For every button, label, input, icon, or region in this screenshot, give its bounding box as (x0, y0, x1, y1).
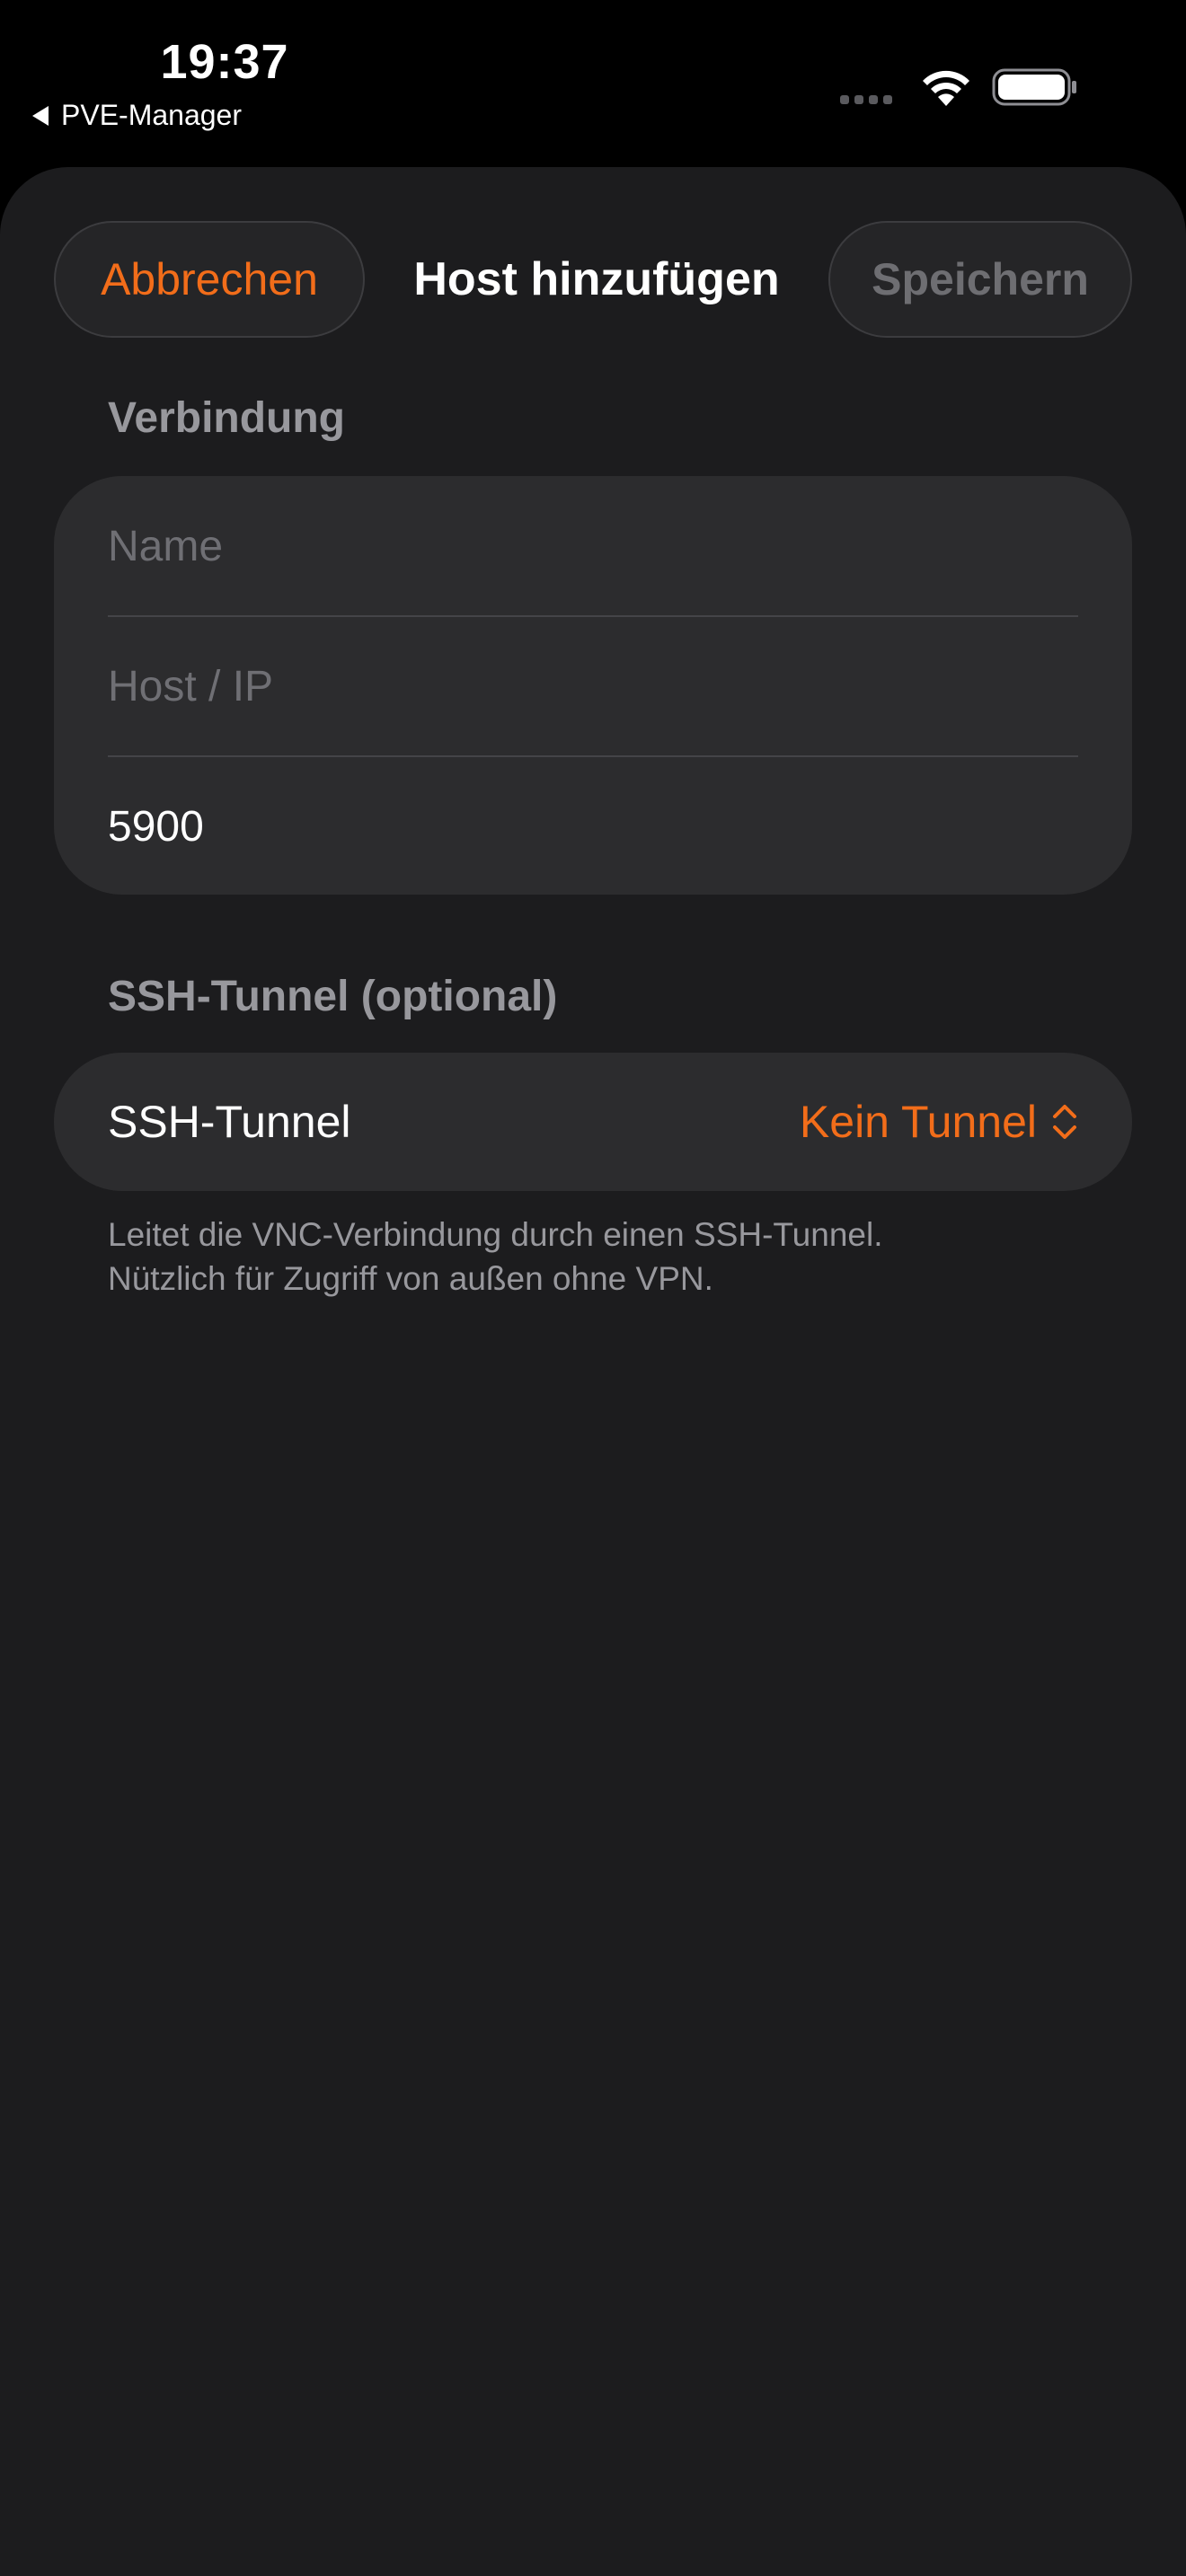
name-field[interactable]: Name (108, 476, 1078, 616)
battery-icon (992, 68, 1076, 106)
back-app-label: PVE-Manager (61, 99, 242, 131)
cellular-dots-icon (840, 95, 892, 104)
save-button[interactable]: Speichern (828, 221, 1132, 338)
cancel-button[interactable]: Abbrechen (54, 221, 365, 338)
wifi-icon (923, 70, 969, 106)
back-triangle-icon (32, 105, 49, 126)
host-ip-field[interactable]: Host / IP (108, 616, 1078, 756)
connection-group: Name Host / IP 5900 (54, 476, 1132, 895)
ssh-footer-line-1: Leitet die VNC-Verbindung durch einen SS… (108, 1216, 883, 1253)
status-time: 19:37 (160, 35, 289, 89)
status-bar: 19:37 PVE-Manager (0, 0, 1186, 167)
ssh-section-header: SSH-Tunnel (optional) (108, 973, 558, 1020)
ssh-tunnel-selected-value: Kein Tunnel (799, 1097, 1037, 1147)
ssh-tunnel-row[interactable]: SSH-Tunnel Kein Tunnel (54, 1053, 1132, 1191)
back-to-app-link[interactable]: PVE-Manager (32, 99, 242, 132)
ssh-footer-text: Leitet die VNC-Verbindung durch einen SS… (108, 1213, 1096, 1301)
port-field[interactable]: 5900 (108, 756, 1078, 896)
add-host-sheet: Abbrechen Host hinzufügen Speichern Verb… (0, 167, 1186, 2576)
sheet-title: Host hinzufügen (413, 253, 780, 305)
ssh-footer-line-2: Nützlich für Zugriff von außen ohne VPN. (108, 1260, 713, 1297)
ssh-tunnel-label: SSH-Tunnel (108, 1097, 351, 1147)
connection-section-header: Verbindung (108, 394, 345, 442)
ssh-tunnel-picker[interactable]: Kein Tunnel (800, 1053, 1078, 1191)
chevron-up-down-icon (1053, 1105, 1076, 1139)
